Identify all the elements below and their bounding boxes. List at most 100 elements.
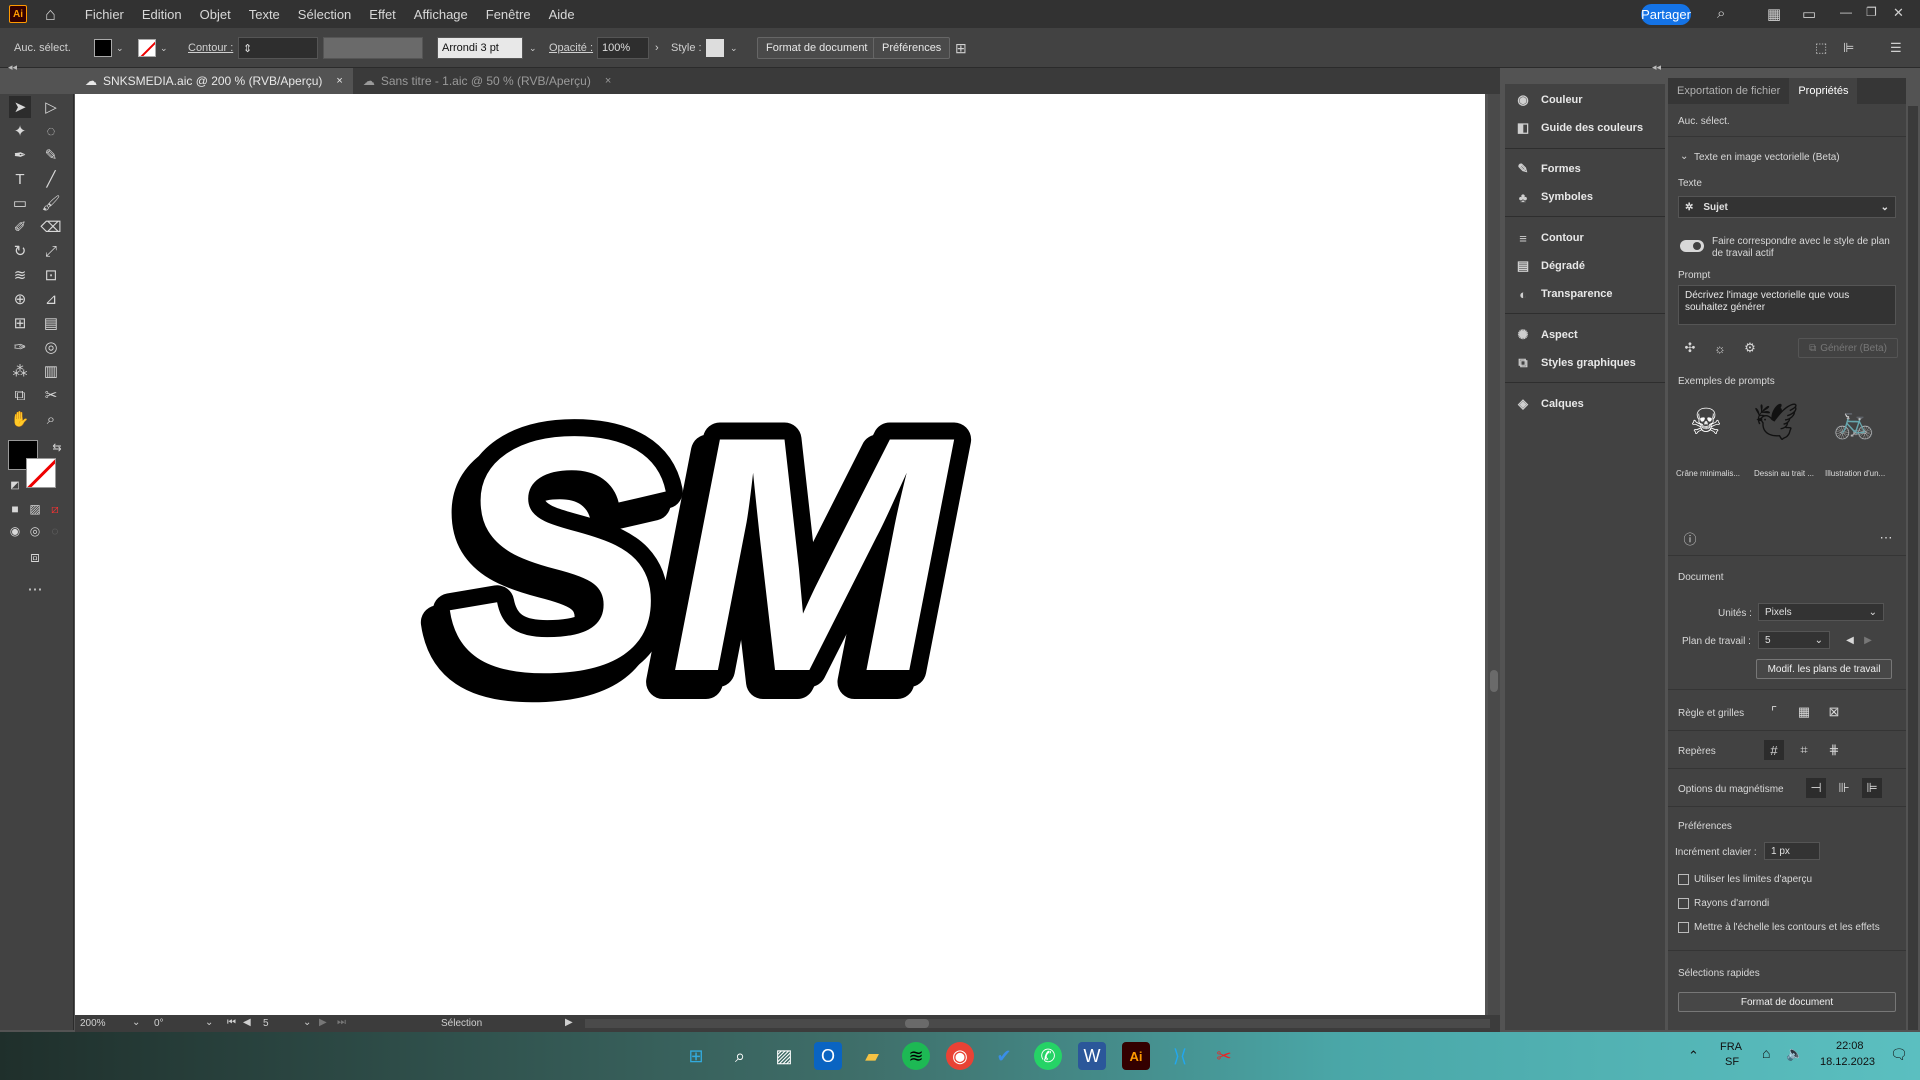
home-icon[interactable]: ⌂ — [45, 4, 56, 25]
text-to-vector-heading[interactable]: Texte en image vectorielle (Beta) — [1694, 152, 1840, 163]
style-picker-icon[interactable]: ✣ — [1680, 338, 1700, 358]
document-setup-button[interactable]: Format de document — [757, 37, 877, 59]
lasso-tool-icon[interactable]: ◌ — [40, 120, 62, 142]
menu-texte[interactable]: Texte — [240, 7, 289, 22]
color-mode-icon[interactable]: ■ — [4, 498, 26, 520]
scroll-thumb[interactable] — [905, 1019, 929, 1028]
keyboard-increment-field[interactable]: 1 px — [1764, 842, 1820, 860]
magic-wand-tool-icon[interactable]: ✦ — [9, 120, 31, 142]
lightbulb-icon[interactable]: ☼ — [1710, 338, 1730, 358]
gear-icon[interactable]: ⚙ — [1740, 338, 1760, 358]
artboard-tool-icon[interactable]: ⧉ — [9, 384, 31, 406]
close-icon[interactable]: ✕ — [1893, 5, 1904, 21]
symbol-sprayer-tool-icon[interactable]: ⁂ — [9, 360, 31, 382]
panel-styles-graphiques[interactable]: ⧉ Styles graphiques — [1515, 355, 1635, 371]
subject-dropdown[interactable]: ✲ Sujet ⌄ — [1678, 196, 1896, 218]
todo-icon[interactable]: ✔ — [990, 1042, 1018, 1070]
chevron-right-icon[interactable]: › — [655, 42, 659, 54]
lock-guides-icon[interactable]: ⋕ — [1824, 740, 1844, 760]
panel-calques[interactable]: ◈ Calques — [1515, 396, 1584, 412]
clock-time[interactable]: 22:08 — [1836, 1040, 1864, 1052]
hand-tool-icon[interactable]: ✋ — [9, 408, 31, 430]
edit-artboards-button[interactable]: Modif. les plans de travail — [1756, 659, 1892, 679]
language-indicator[interactable]: FRA — [1720, 1041, 1742, 1053]
menu-effet[interactable]: Effet — [360, 7, 405, 22]
rotation-field[interactable]: 0° — [154, 1018, 164, 1029]
column-graph-tool-icon[interactable]: ▥ — [40, 360, 62, 382]
menu-edition[interactable]: Edition — [133, 7, 191, 22]
snipping-tool-icon[interactable]: ✂ — [1210, 1042, 1238, 1070]
transparency-grid-icon[interactable]: ⊠ — [1824, 702, 1844, 722]
chevron-down-icon[interactable]: ⌄ — [116, 43, 124, 54]
direct-selection-tool-icon[interactable]: ▷ — [40, 96, 62, 118]
transform-icon[interactable]: ⬚ — [1815, 37, 1827, 59]
chrome-icon[interactable]: ◉ — [946, 1042, 974, 1070]
chevron-down-icon[interactable]: ⌄ — [1680, 151, 1688, 162]
chevron-up-icon[interactable]: ⌃ — [1688, 1048, 1699, 1064]
stroke-label[interactable]: Contour : — [188, 37, 233, 59]
keyboard-layout[interactable]: SF — [1725, 1056, 1739, 1068]
zoom-field[interactable]: 200% — [80, 1018, 106, 1029]
tab-snksmedia[interactable]: ☁ SNKSMEDIA.aic @ 200 % (RVB/Aperçu) × — [75, 68, 353, 94]
photos-icon[interactable]: ▨ — [770, 1042, 798, 1070]
none-mode-icon[interactable]: ⧄ — [44, 498, 66, 520]
paintbrush-tool-icon[interactable]: 🖌 — [40, 192, 62, 214]
menu-aide[interactable]: Aide — [540, 7, 584, 22]
more-options-icon[interactable]: ⋯ — [1876, 528, 1896, 548]
guides-icon[interactable]: # — [1764, 740, 1784, 760]
match-style-toggle[interactable] — [1680, 240, 1704, 252]
skull-example-thumbnail[interactable]: ☠ — [1680, 396, 1732, 448]
draw-behind-icon[interactable]: ◎ — [24, 520, 46, 542]
properties-scrollbar[interactable] — [1908, 106, 1918, 1030]
generate-button[interactable]: ⧉ Générer (Beta) — [1798, 338, 1898, 358]
whatsapp-icon[interactable]: ✆ — [1034, 1042, 1062, 1070]
shape-builder-tool-icon[interactable]: ⊕ — [9, 288, 31, 310]
checkbox[interactable] — [1678, 922, 1689, 933]
tab-export[interactable]: Exportation de fichier — [1668, 78, 1789, 104]
snap-to-pixel-icon[interactable]: ⊫ — [1862, 778, 1882, 798]
artboard[interactable]: SM SM SM — [75, 94, 1485, 1016]
type-tool-icon[interactable]: T — [9, 168, 31, 190]
vscode-icon[interactable]: ⟩⟨ — [1166, 1042, 1194, 1070]
menu-objet[interactable]: Objet — [191, 7, 240, 22]
gradient-mode-icon[interactable]: ▨ — [24, 498, 46, 520]
chevron-down-icon[interactable]: ⌄ — [132, 1017, 140, 1028]
last-artboard-icon[interactable]: ⏭ — [337, 1017, 346, 1028]
stroke-color-swatch[interactable] — [26, 458, 56, 488]
eraser-tool-icon[interactable]: ⌫ — [40, 216, 62, 238]
bird-example-thumbnail[interactable]: 🕊 — [1750, 396, 1802, 448]
share-button[interactable]: Partager — [1641, 4, 1691, 25]
checkbox[interactable] — [1678, 874, 1689, 885]
stroke-swatch[interactable] — [138, 39, 156, 57]
chevron-down-icon[interactable]: ⌄ — [730, 43, 738, 54]
spotify-icon[interactable]: ≋ — [902, 1042, 930, 1070]
chevron-down-icon[interactable]: ⌄ — [303, 1017, 311, 1028]
menu-fenetre[interactable]: Fenêtre — [477, 7, 540, 22]
previous-artboard-icon[interactable]: ◀ — [1840, 630, 1860, 650]
smart-guides-icon[interactable]: ⌗ — [1794, 740, 1814, 760]
collapse-toolbar-icon[interactable]: ◂◂ — [8, 62, 17, 73]
screen-mode-icon[interactable]: ⧈ — [24, 546, 46, 568]
swap-colors-icon[interactable]: ⇆ — [46, 436, 68, 458]
panel-contour[interactable]: ≡ Contour — [1515, 230, 1584, 246]
slice-tool-icon[interactable]: ✂ — [40, 384, 62, 406]
status-menu-icon[interactable]: ▶ — [565, 1017, 573, 1028]
start-menu-icon[interactable]: ⊞ — [682, 1042, 710, 1070]
checkbox[interactable] — [1678, 898, 1689, 909]
scale-tool-icon[interactable]: ⤢ — [40, 240, 62, 262]
search-icon[interactable]: ⌕ — [726, 1042, 754, 1070]
restore-icon[interactable]: ❐ — [1866, 5, 1877, 19]
clock-date[interactable]: 18.12.2023 — [1820, 1056, 1875, 1068]
line-tool-icon[interactable]: ╱ — [40, 168, 62, 190]
arrange-documents-icon[interactable]: ▦ — [1767, 5, 1781, 23]
rulers-icon[interactable]: ⌜ — [1764, 702, 1784, 722]
eyedropper-tool-icon[interactable]: ✑ — [9, 336, 31, 358]
scale-strokes-checkbox[interactable]: Mettre à l'échelle les contours et les e… — [1678, 922, 1880, 933]
blend-tool-icon[interactable]: ◎ — [40, 336, 62, 358]
artwork-sm-logo[interactable]: SM SM SM — [75, 94, 1485, 1016]
close-icon[interactable]: × — [605, 75, 611, 87]
opacity-field[interactable]: 100% — [597, 37, 649, 59]
perspective-grid-tool-icon[interactable]: ⊿ — [40, 288, 62, 310]
menu-affichage[interactable]: Affichage — [405, 7, 477, 22]
word-icon[interactable]: W — [1078, 1042, 1106, 1070]
